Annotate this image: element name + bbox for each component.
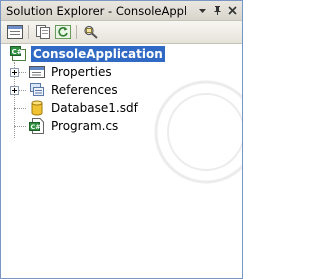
show-all-files-icon[interactable] [34,24,52,40]
pin-icon[interactable] [210,3,225,18]
tree-item-program[interactable]: C# Program.cs [29,117,120,135]
tree-root-project[interactable]: C# ConsoleApplication [10,45,165,63]
refresh-icon[interactable] [54,24,72,40]
toolbar-separator [76,25,77,39]
tree-item-label: Properties [51,65,112,79]
dropdown-arrow-icon[interactable] [195,3,210,18]
solution-tree: C# ConsoleApplication Properties Referen… [1,43,242,278]
properties-button-icon[interactable] [6,24,24,40]
project-name-label: ConsoleApplication [31,46,165,62]
properties-icon [29,66,45,78]
view-class-diagram-icon[interactable] [82,24,100,40]
csharp-project-icon: C# [10,46,26,61]
tree-item-database[interactable]: Database1.sdf [29,99,140,117]
svg-text:C#: C# [31,123,41,131]
tree-item-label: References [51,83,118,97]
expand-properties-button[interactable] [10,68,19,77]
csharp-file-icon: C# [29,118,44,134]
tree-item-references[interactable]: References [29,81,120,99]
references-icon [30,83,44,96]
svg-text:C#: C# [12,48,23,56]
expand-references-button[interactable] [10,86,19,95]
database-icon [31,100,43,116]
toolbar [1,21,242,44]
solution-explorer-panel: Solution Explorer - ConsoleAppli... C# C… [0,0,243,279]
tree-connector-line [14,108,26,109]
watermark-seal-icon [154,80,242,184]
tree-item-label: Program.cs [51,119,119,133]
tree-item-label: Database1.sdf [51,101,138,115]
toolbar-separator [28,25,29,39]
tree-connector-line [14,126,26,127]
title-bar: Solution Explorer - ConsoleAppli... [1,1,242,21]
tree-item-properties[interactable]: Properties [29,63,114,81]
window-title: Solution Explorer - ConsoleAppli... [6,4,186,18]
close-icon[interactable] [225,3,240,18]
